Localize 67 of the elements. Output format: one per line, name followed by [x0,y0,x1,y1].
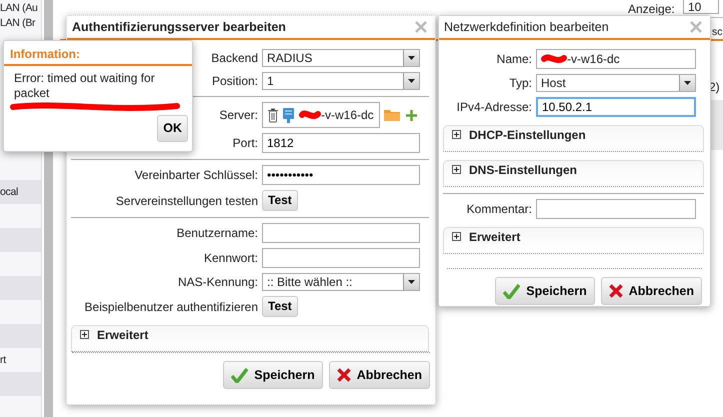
expand-icon[interactable] [452,232,461,241]
field-label: Vereinbarter Schlüssel: [134,167,258,184]
sidebar-item[interactable]: ocal [0,185,18,201]
display-field[interactable]: 10 [683,0,719,14]
cancel-icon [336,368,351,382]
input-field[interactable] [262,223,420,243]
field-label: Kennwort: [204,250,258,267]
ok-button[interactable]: OK [157,115,188,142]
sidebar-item[interactable]: LAN (Br [0,16,36,32]
section-header[interactable]: DHCP-Einstellungen [443,125,704,152]
field-label: Benutzername: [176,225,258,242]
caret-icon [408,79,415,83]
expand-icon[interactable] [452,130,461,139]
input-field[interactable]: 1812 [262,133,420,153]
list-row[interactable] [0,180,41,204]
field-label: Beispielbenutzer authentifizieren [84,298,258,316]
input-field[interactable]: -v-w16-dc [536,49,696,69]
caret-icon [408,56,415,60]
input-field[interactable]: ••••••••••• [262,165,420,185]
server-field[interactable]: -v-w16-dc [262,102,380,128]
field-label: IPv4-Adresse: [456,99,532,116]
dialog-title: Information: [10,47,80,61]
side-panel [710,100,723,150]
test-button[interactable]: Test [262,190,298,211]
field-label: Port: [232,135,258,152]
dialog-title: Netzwerkdefinition bearbeiten [444,18,609,36]
test-button[interactable]: Test [262,296,298,317]
field-label: Server: [219,107,258,124]
sidebar-item[interactable]: LAN (Au [0,1,38,17]
field-label: Servereinstellungen testen [116,192,258,210]
dialog-title: Authentifizierungsserver bearbeiten [72,18,286,36]
cancel-button[interactable]: Abbrechen [328,361,430,389]
save-button[interactable]: Speichern [223,361,323,389]
input-field[interactable] [536,199,696,219]
error-message: Error: timed out waiting for packet [13,70,156,101]
sidebar-item[interactable]: rt [0,353,6,369]
caret-icon [684,81,691,85]
folder-icon[interactable] [384,109,400,121]
expand-icon[interactable] [80,330,89,339]
display-label: Anzeige: [628,1,675,18]
close-icon[interactable] [415,21,427,33]
server-icon [283,108,294,122]
plus-icon[interactable] [406,110,417,120]
select-field[interactable]: 1 [262,72,420,90]
cancel-button[interactable]: Abbrechen [600,277,702,305]
caret-icon [408,280,415,284]
field-label: Kommentar: [466,201,532,218]
section-header[interactable]: Erweitert [71,325,429,352]
input-field[interactable]: 10.50.2.1 [536,97,696,117]
cancel-icon [608,284,623,298]
trash-icon [268,108,278,122]
field-label: Typ: [509,75,532,92]
save-button[interactable]: Speichern [495,277,595,305]
expand-icon[interactable] [452,165,461,174]
close-icon[interactable] [690,21,702,33]
select-field[interactable]: Host [536,74,696,92]
select-field[interactable]: RADIUS [262,49,420,67]
section-header[interactable]: DNS-Einstellungen [443,160,704,187]
check-icon [231,368,248,382]
field-label: Position: [212,73,258,90]
section-header[interactable]: Erweitert [443,227,704,254]
field-label: NAS-Kennung: [178,274,258,291]
input-field[interactable] [262,248,420,268]
select-field[interactable]: :: Bitte wählen :: [262,273,420,291]
field-label: Name: [496,51,532,68]
check-icon [503,284,520,298]
field-label: Backend [211,50,258,67]
